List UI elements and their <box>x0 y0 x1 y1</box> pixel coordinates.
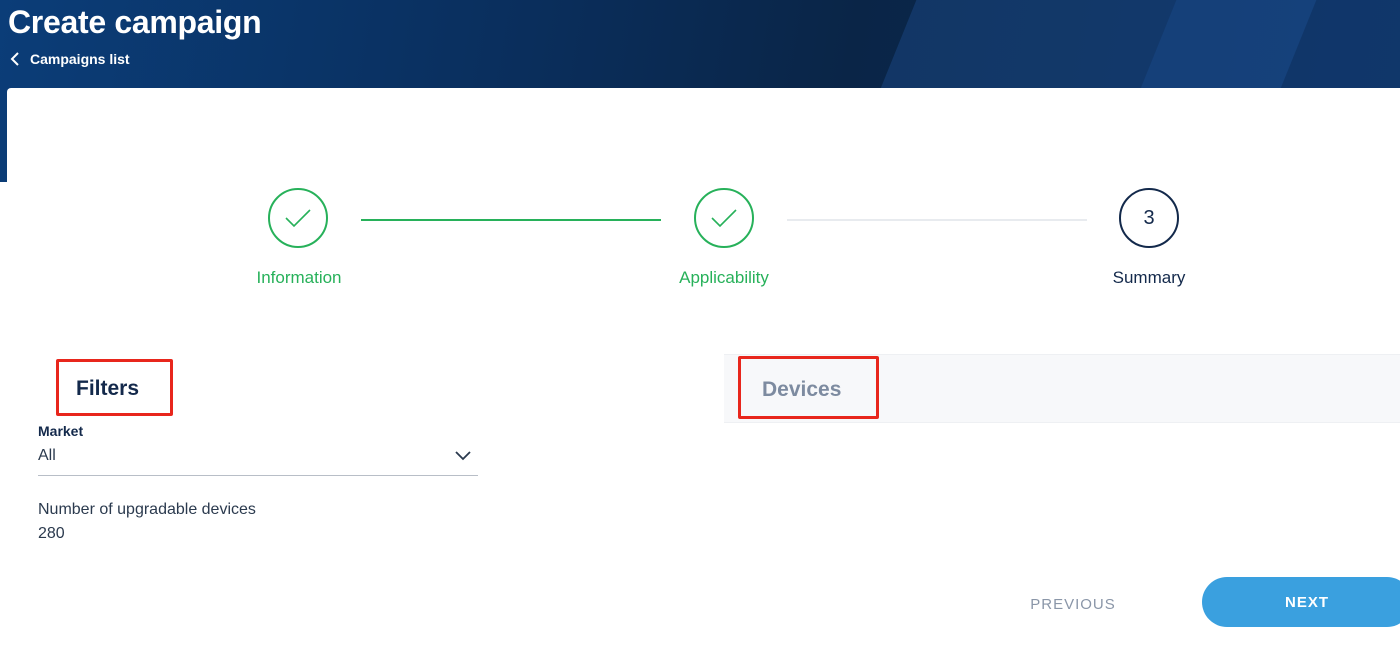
check-icon <box>711 209 737 228</box>
step-1-label: Information <box>256 268 342 287</box>
page-title: Create campaign <box>8 4 262 40</box>
next-button[interactable]: NEXT <box>1202 577 1400 627</box>
step-3-number: 3 <box>1143 206 1155 229</box>
market-select-value: All <box>38 447 56 464</box>
step-1-circle <box>268 188 328 248</box>
highlight-box <box>738 356 879 419</box>
check-icon <box>285 209 311 228</box>
market-label: Market <box>38 423 84 439</box>
chevron-left-icon <box>10 52 19 66</box>
step-3-circle: 3 <box>1119 188 1179 248</box>
filters-title: Filters <box>76 377 140 400</box>
previous-button[interactable]: PREVIOUS <box>1016 590 1130 618</box>
step-2-circle <box>694 188 754 248</box>
step-3-label: Summary <box>1112 268 1186 287</box>
chevron-down-icon <box>455 451 471 461</box>
back-link-label: Campaigns list <box>30 51 130 67</box>
back-to-campaigns-link[interactable]: Campaigns list <box>10 51 130 67</box>
upgradable-devices-value: 280 <box>38 525 65 542</box>
step-2-label: Applicability <box>679 268 769 287</box>
upgradable-devices-label: Number of upgradable devices <box>38 501 256 518</box>
market-select[interactable]: All <box>38 444 478 476</box>
step-connector-1 <box>361 219 661 221</box>
step-connector-2 <box>787 219 1087 221</box>
